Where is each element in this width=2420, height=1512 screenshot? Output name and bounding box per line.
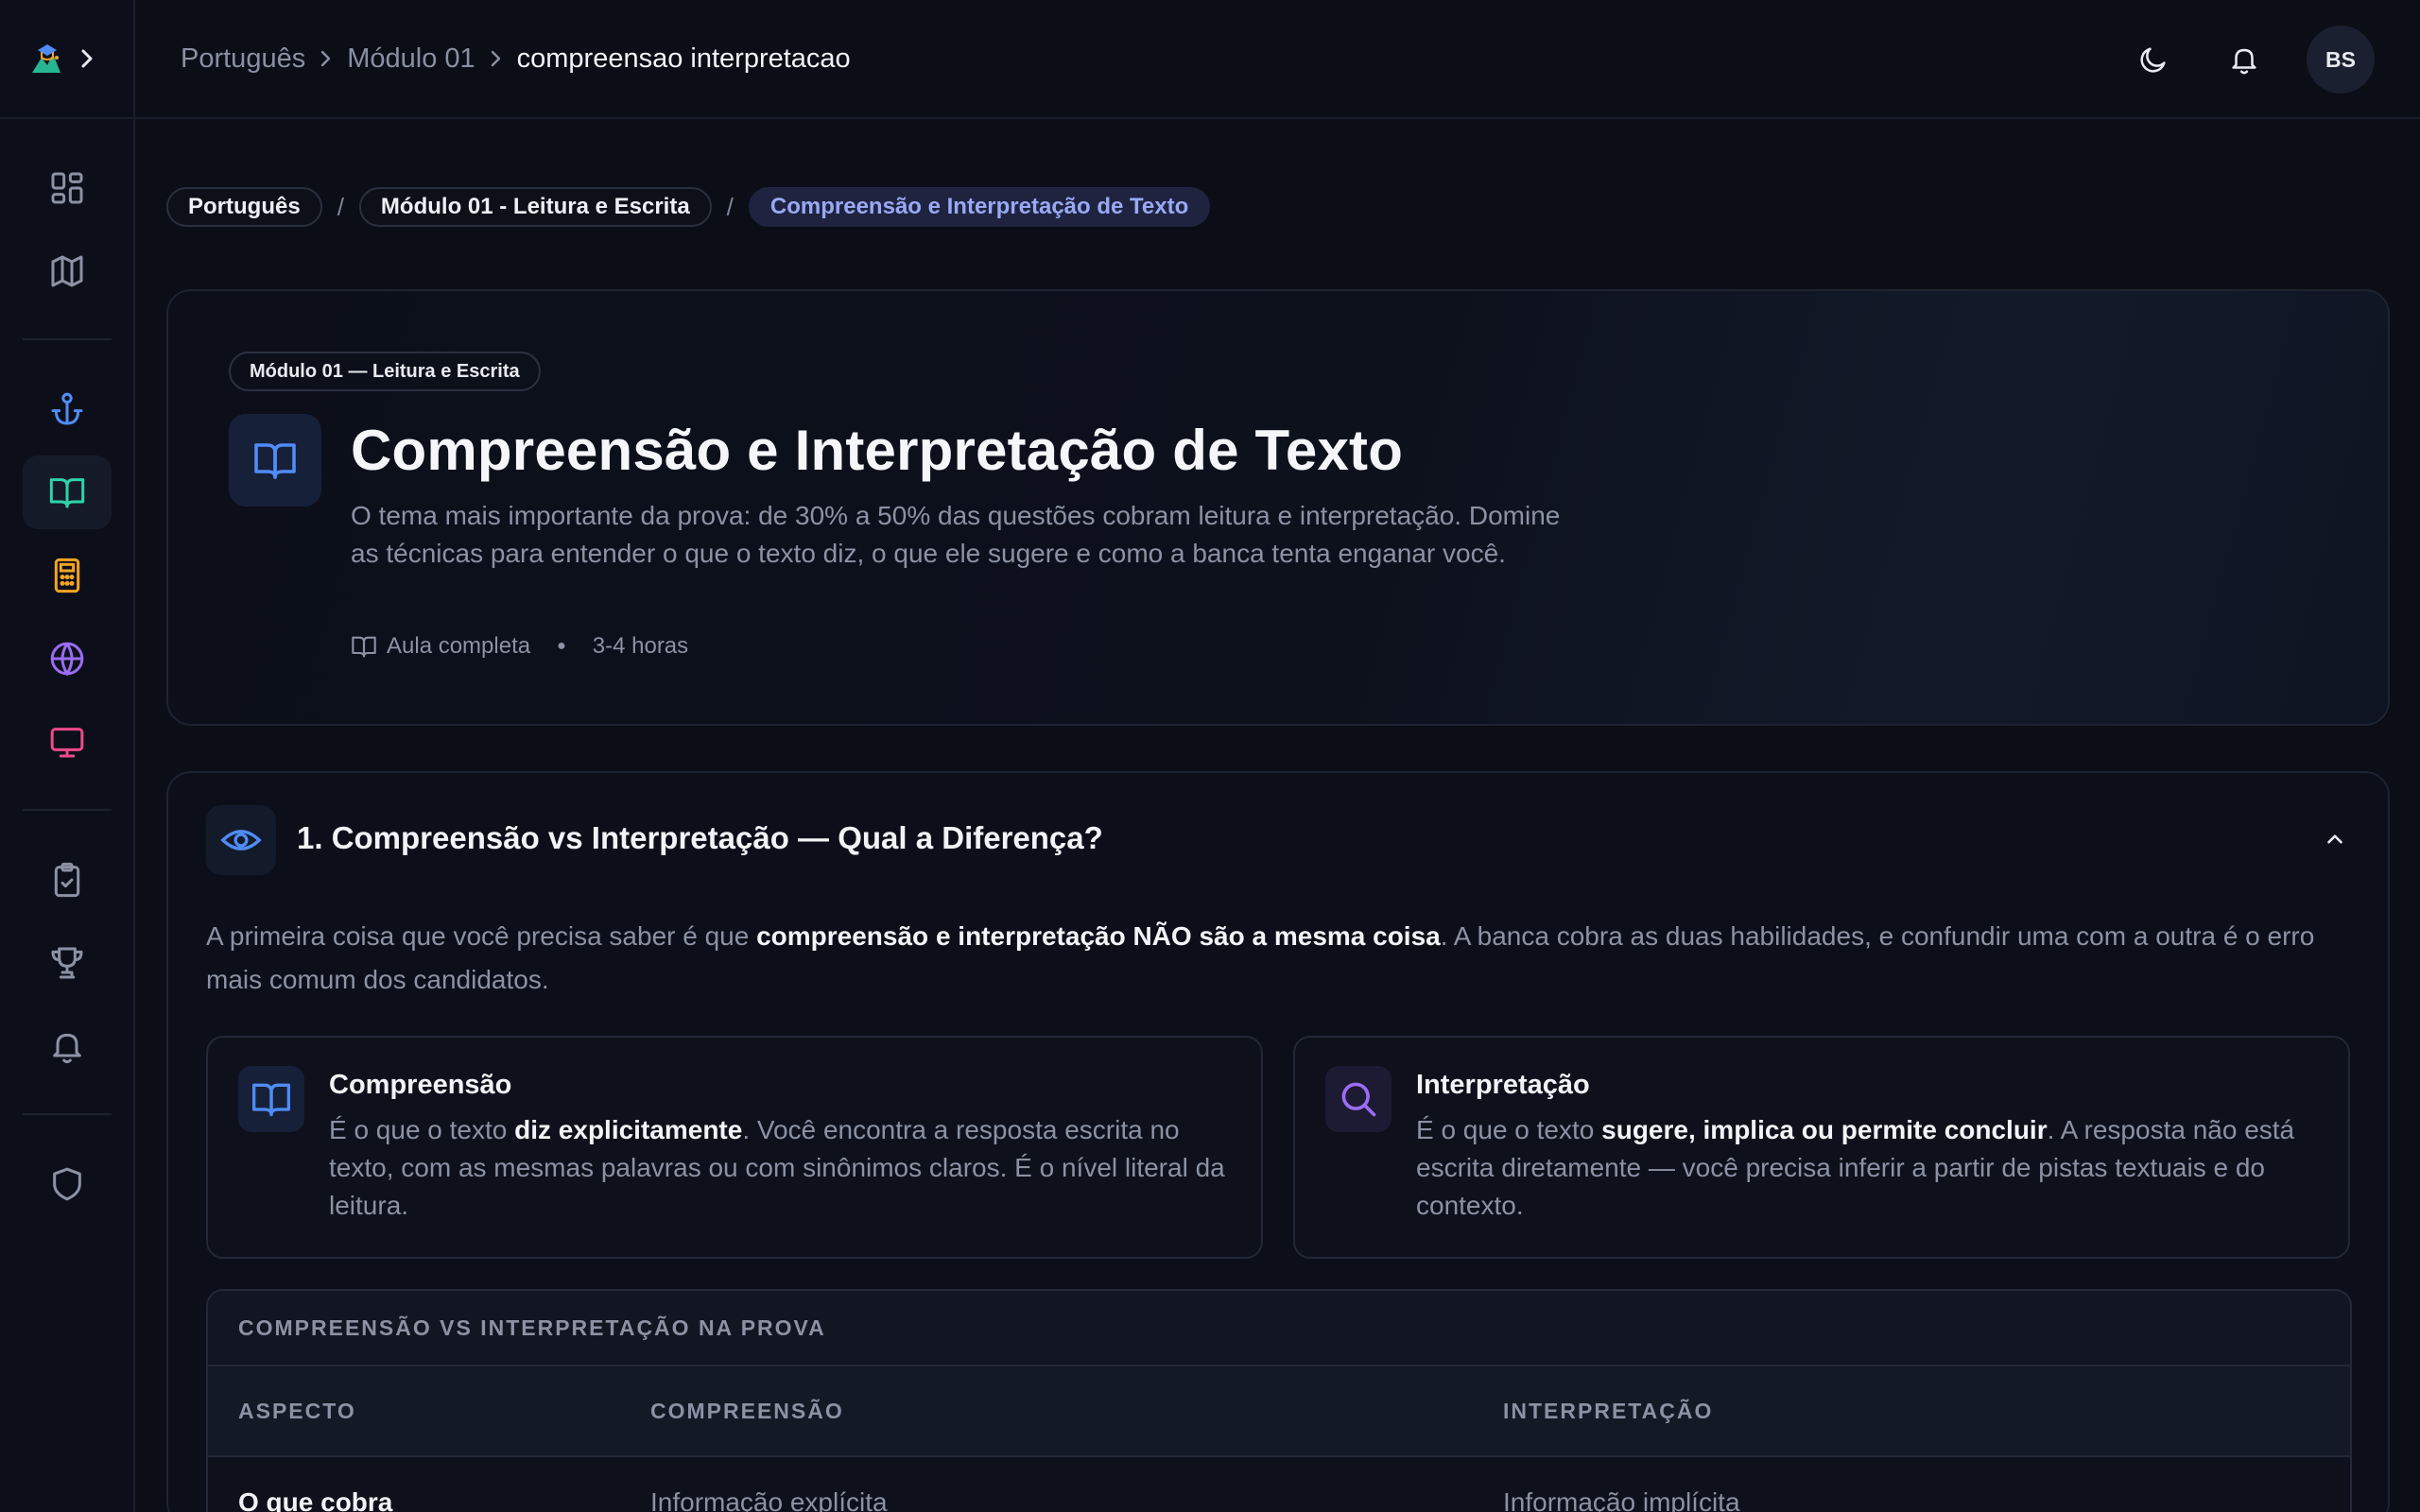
theme-toggle-button[interactable] bbox=[2125, 26, 2182, 94]
table-cell: Informação explícita bbox=[650, 1487, 888, 1512]
breadcrumb-current: compreensao interpretacao bbox=[516, 43, 851, 74]
search-icon bbox=[1325, 1066, 1392, 1132]
clipboard-check-icon[interactable] bbox=[23, 843, 112, 917]
pill-breadcrumb-item[interactable]: Português bbox=[166, 187, 322, 227]
comparison-table: COMPREENSÃO VS INTERPRETAÇÃO NA PROVA AS… bbox=[206, 1289, 2352, 1512]
card-text-part: É o que o texto bbox=[1416, 1115, 1602, 1144]
card-text-emphasis: diz explicitamente bbox=[514, 1115, 743, 1144]
card-title: Compreensão bbox=[329, 1070, 512, 1100]
table-header: INTERPRETAÇÃO bbox=[1503, 1398, 1714, 1423]
table-cell: Informação implícita bbox=[1503, 1487, 1740, 1512]
notifications-button[interactable] bbox=[2216, 26, 2273, 94]
anchor-icon[interactable] bbox=[23, 372, 112, 446]
card-text: É o que o texto diz explicitamente. Você… bbox=[329, 1111, 1236, 1225]
table-row: O que cobra Informação explícita Informa… bbox=[208, 1457, 2350, 1512]
expand-sidebar-icon[interactable] bbox=[78, 47, 96, 70]
pill-breadcrumb: Português / Módulo 01 - Leitura e Escrit… bbox=[166, 187, 1211, 227]
card-text-emphasis: sugere, implica ou permite concluir bbox=[1601, 1115, 2048, 1144]
card-interpretacao: Interpretação É o que o texto sugere, im… bbox=[1293, 1036, 2350, 1259]
section-title[interactable]: 1. Compreensão vs Interpretação — Qual a… bbox=[297, 820, 1103, 856]
avatar[interactable]: BS bbox=[2307, 26, 2375, 94]
module-badge: Módulo 01 — Leitura e Escrita bbox=[229, 352, 541, 391]
pill-breadcrumb-item[interactable]: Módulo 01 - Leitura e Escrita bbox=[358, 187, 712, 227]
table-caption: COMPREENSÃO VS INTERPRETAÇÃO NA PROVA bbox=[208, 1291, 2350, 1366]
pill-breadcrumb-current: Compreensão e Interpretação de Texto bbox=[748, 187, 1211, 227]
page-description: O tema mais importante da prova: de 30% … bbox=[351, 501, 1561, 568]
breadcrumb: Português Módulo 01 compreensao interpre… bbox=[181, 43, 851, 75]
chevron-up-icon[interactable] bbox=[2318, 822, 2352, 856]
lesson-duration: 3-4 horas bbox=[592, 633, 689, 659]
top-bar: Português Módulo 01 compreensao interpre… bbox=[135, 0, 2420, 119]
lesson-meta: Aula completa ● 3-4 horas bbox=[351, 633, 688, 660]
breadcrumb-separator: / bbox=[337, 192, 344, 221]
book-open-icon[interactable] bbox=[23, 455, 112, 529]
dashboard-icon[interactable] bbox=[23, 151, 112, 225]
sidebar bbox=[0, 0, 135, 1512]
table-cell: O que cobra bbox=[238, 1487, 393, 1512]
breadcrumb-separator: / bbox=[726, 192, 734, 221]
bell-icon[interactable] bbox=[23, 1009, 112, 1083]
bell-icon bbox=[2228, 43, 2260, 76]
book-open-icon bbox=[238, 1066, 304, 1132]
table-header: ASPECTO bbox=[238, 1398, 356, 1423]
book-open-icon bbox=[229, 414, 321, 507]
breadcrumb-item[interactable]: Módulo 01 bbox=[347, 43, 475, 75]
meta-separator-dot: ● bbox=[557, 638, 566, 654]
monitor-icon[interactable] bbox=[23, 705, 112, 779]
book-icon bbox=[351, 633, 377, 660]
lesson-type: Aula completa bbox=[387, 633, 531, 659]
globe-icon[interactable] bbox=[23, 622, 112, 696]
lesson-hero: Módulo 01 — Leitura e Escrita Compreensã… bbox=[166, 289, 2390, 726]
sidebar-divider bbox=[23, 338, 112, 340]
table-header: COMPREENSÃO bbox=[650, 1398, 844, 1423]
trophy-icon[interactable] bbox=[23, 926, 112, 1000]
page-title: Compreensão e Interpretação de Texto bbox=[351, 419, 1404, 482]
map-icon[interactable] bbox=[23, 234, 112, 308]
sidebar-divider bbox=[23, 1113, 112, 1115]
intro-emphasis: compreensão e interpretação NÃO são a me… bbox=[756, 921, 1441, 951]
card-title: Interpretação bbox=[1416, 1070, 1590, 1100]
section-compreensao-vs-interpretacao: 1. Compreensão vs Interpretação — Qual a… bbox=[166, 771, 2390, 1512]
chevron-right-icon bbox=[319, 48, 334, 69]
card-compreensao: Compreensão É o que o texto diz explicit… bbox=[206, 1036, 1263, 1259]
calculator-icon[interactable] bbox=[23, 539, 112, 612]
table-header-row: ASPECTO COMPREENSÃO INTERPRETAÇÃO bbox=[208, 1366, 2350, 1457]
section-intro: A primeira coisa que você precisa saber … bbox=[206, 915, 2352, 1002]
card-text: É o que o texto sugere, implica ou permi… bbox=[1416, 1111, 2324, 1225]
card-text-part: É o que o texto bbox=[329, 1115, 515, 1144]
app-logo bbox=[28, 41, 64, 77]
intro-text: A primeira coisa que você precisa saber … bbox=[206, 921, 757, 951]
logo-area[interactable] bbox=[0, 0, 133, 119]
top-actions: BS bbox=[2125, 26, 2375, 94]
sidebar-divider bbox=[23, 809, 112, 811]
eye-icon bbox=[206, 805, 276, 875]
shield-icon[interactable] bbox=[23, 1147, 112, 1221]
chevron-right-icon bbox=[489, 48, 504, 69]
moon-icon bbox=[2137, 43, 2169, 76]
breadcrumb-item[interactable]: Português bbox=[181, 43, 305, 75]
